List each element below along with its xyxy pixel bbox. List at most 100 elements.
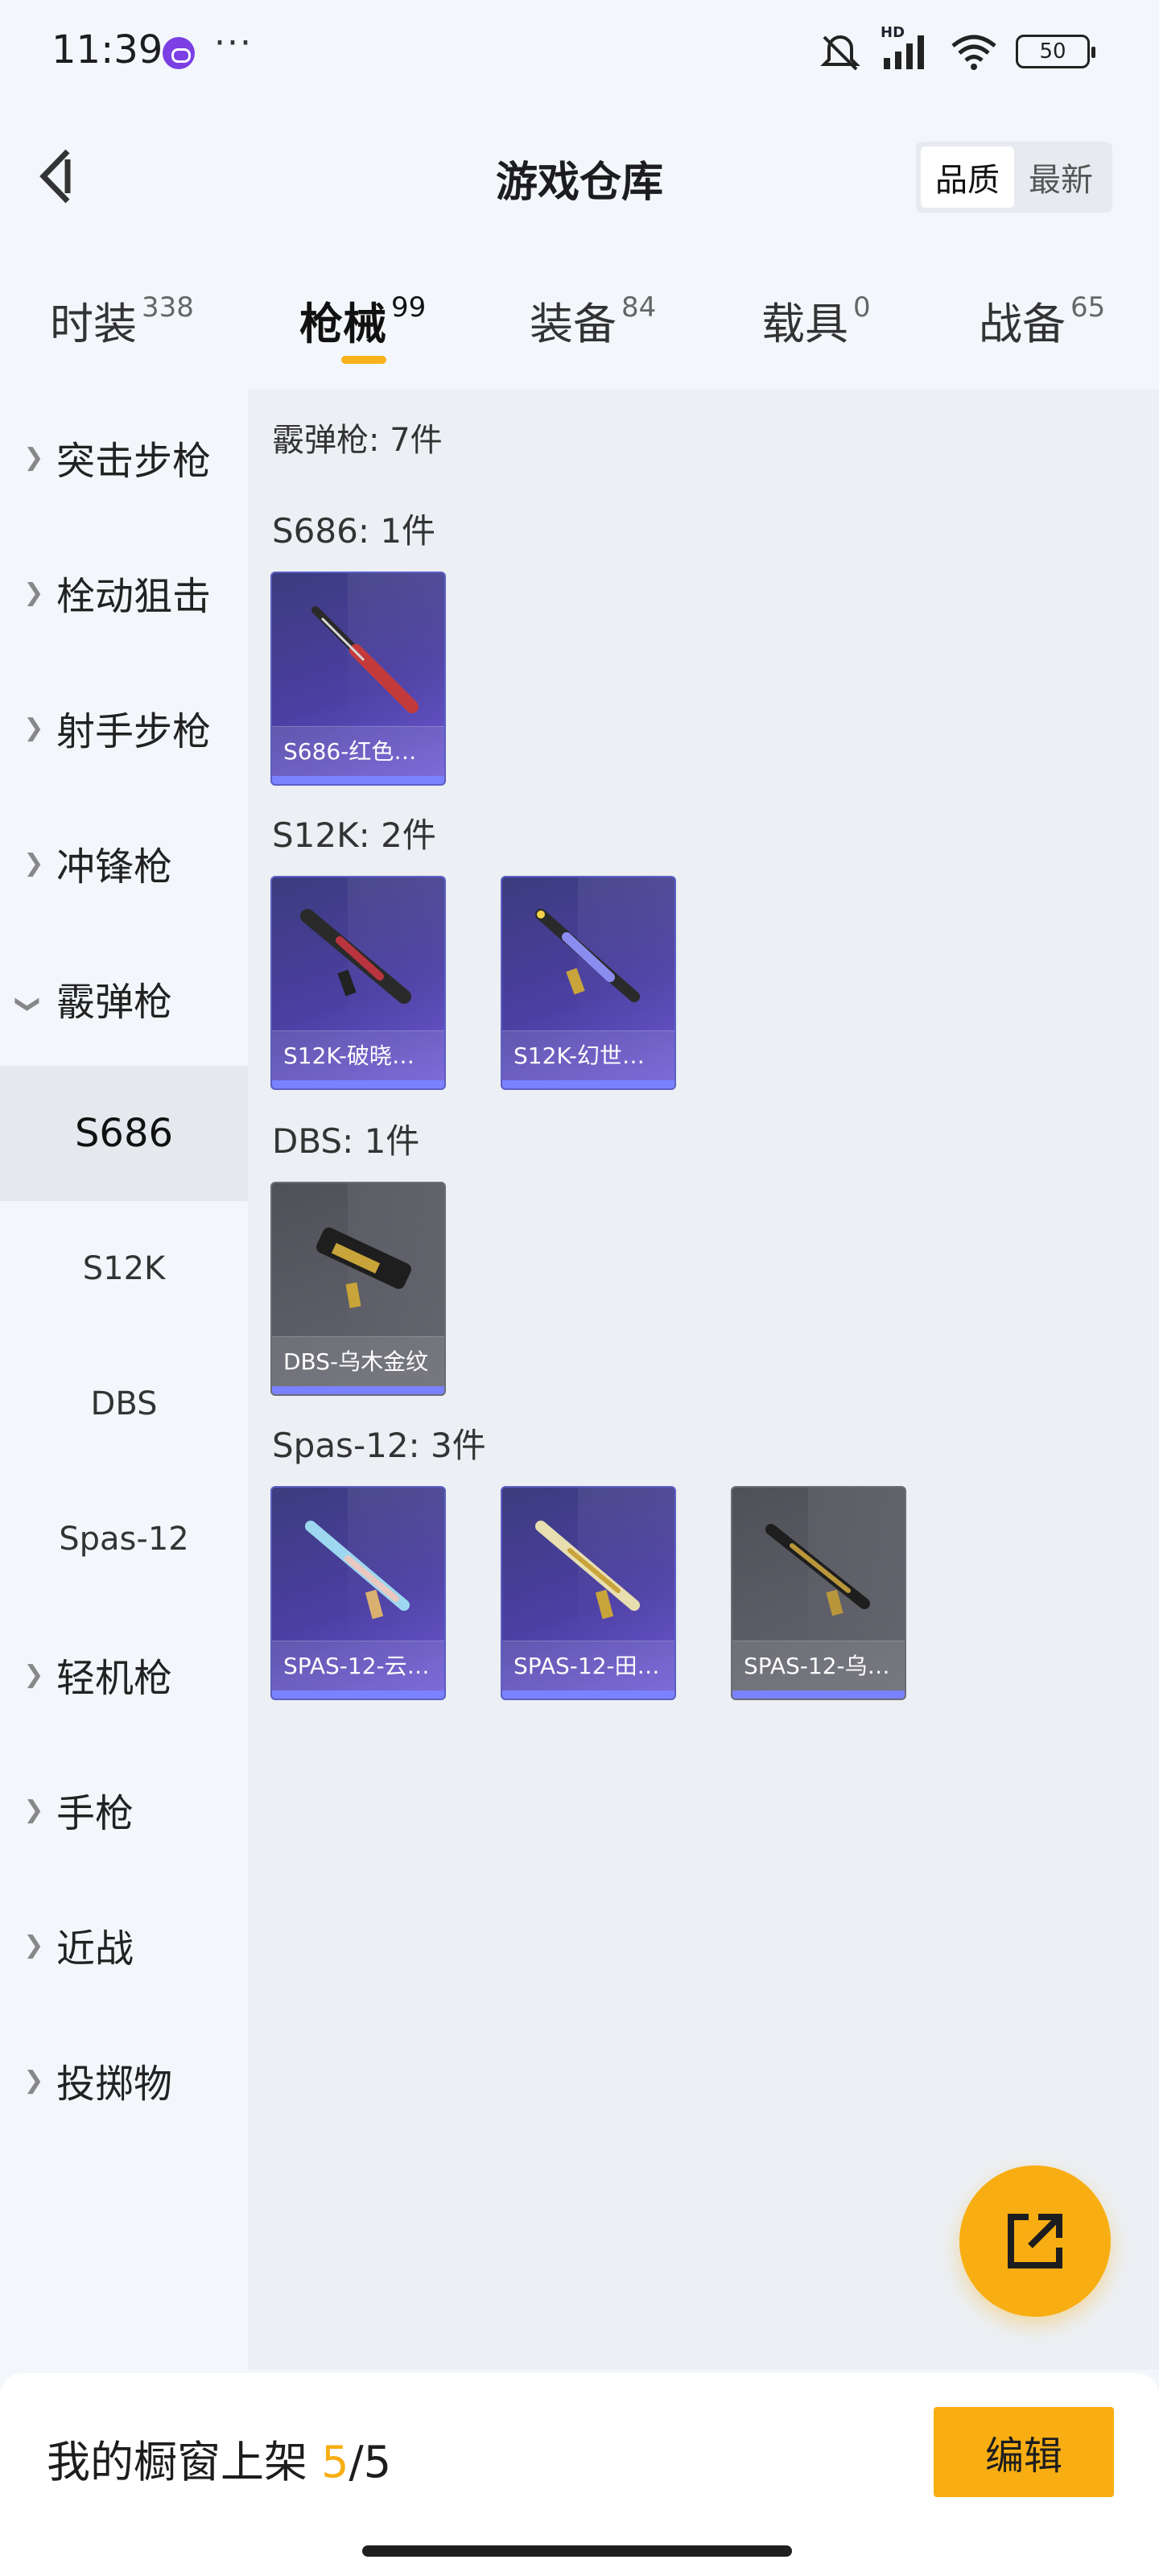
rarity-bar <box>732 1690 905 1699</box>
rarity-bar <box>502 1690 674 1699</box>
mute-icon <box>820 35 860 71</box>
item-grid-panel: 霰弹枪: 7件 S686: 1件 S686-红色… S12K: 2件 S12K-… <box>248 390 1159 2370</box>
rarity-bar <box>502 1080 674 1088</box>
external-link-icon <box>1008 2214 1062 2268</box>
tab-vehicles[interactable]: 载具 0 <box>761 288 871 352</box>
category-total: 霰弹枪: 7件 <box>272 422 443 459</box>
sidebar-sub-s12k[interactable]: S12K <box>0 1201 248 1336</box>
sidebar-item-label: 轻机枪 <box>56 1656 173 1701</box>
chevron-down-icon: ❯ <box>14 993 43 1014</box>
showcase-count: 5 <box>321 2437 349 2487</box>
sidebar-sub-spas12[interactable]: Spas-12 <box>0 1472 248 1607</box>
sidebar-item-throwables[interactable]: ❯ 投掷物 <box>0 2013 248 2148</box>
signal-icon: HD <box>881 24 932 72</box>
sidebar-sub-dbs[interactable]: DBS <box>0 1336 248 1472</box>
group-title: S12K: 2件 <box>272 815 436 855</box>
sidebar-item-label: 手枪 <box>56 1791 134 1836</box>
chevron-right-icon: ❯ <box>23 848 44 877</box>
item-card-label: SPAS-12-田… <box>502 1641 674 1690</box>
tab-fashion[interactable]: 时装 338 <box>50 288 194 352</box>
chevron-right-icon: ❯ <box>23 1795 44 1824</box>
sidebar-item-assault-rifle[interactable]: ❯ 突击步枪 <box>0 390 248 525</box>
item-card[interactable]: SPAS-12-乌… <box>731 1486 906 1700</box>
item-card[interactable]: S686-红色… <box>270 572 446 786</box>
battery-icon: 50 <box>1016 35 1095 68</box>
tab-equipment[interactable]: 装备 84 <box>530 288 656 352</box>
edit-button[interactable]: 编辑 <box>934 2407 1114 2497</box>
item-card[interactable]: DBS-乌木金纹 <box>270 1182 446 1396</box>
tab-count: 338 <box>142 291 194 324</box>
sidebar-item-label: 射手步枪 <box>56 709 212 754</box>
sidebar-sub-s686[interactable]: S686 <box>0 1066 248 1201</box>
rarity-bar <box>272 1080 444 1088</box>
tab-count: 84 <box>621 291 657 324</box>
shotgun-skin-icon <box>316 1227 411 1308</box>
sidebar-item-label: 栓动狙击 <box>56 574 212 619</box>
rarity-bar <box>272 1386 444 1394</box>
sort-toggle: 品质 最新 <box>916 142 1112 213</box>
showcase-label: 我的橱窗上架 <box>47 2437 307 2487</box>
tab-count: 65 <box>1070 291 1106 324</box>
sidebar-item-pistol[interactable]: ❯ 手枪 <box>0 1742 248 1877</box>
group-title: S686: 1件 <box>272 511 436 551</box>
item-card[interactable]: S12K-幻世战… <box>501 876 676 1090</box>
tab-combat-supplies[interactable]: 战备 65 <box>979 288 1105 352</box>
shotgun-skin-icon <box>305 1521 410 1620</box>
sort-quality-button[interactable]: 品质 <box>921 147 1014 208</box>
bottom-bar: 我的橱窗上架 5/5 编辑 <box>0 2373 1159 2576</box>
item-card[interactable]: SPAS-12-田… <box>501 1486 676 1700</box>
sidebar-item-melee[interactable]: ❯ 近战 <box>0 1877 248 2013</box>
item-card[interactable]: SPAS-12-云… <box>270 1486 446 1700</box>
shotgun-skin-icon <box>311 606 419 713</box>
sort-newest-button[interactable]: 最新 <box>1014 147 1107 208</box>
sidebar-item-lmg[interactable]: ❯ 轻机枪 <box>0 1607 248 1742</box>
chevron-right-icon: ❯ <box>23 578 44 607</box>
sidebar-item-marksman-rifle[interactable]: ❯ 射手步枪 <box>0 660 248 795</box>
item-card[interactable]: S12K-破晓战魂 <box>270 876 446 1090</box>
tab-count: 0 <box>853 291 871 324</box>
chevron-right-icon: ❯ <box>23 1930 44 1959</box>
share-button[interactable] <box>959 2165 1111 2317</box>
active-tab-indicator <box>341 356 386 364</box>
chevron-right-icon: ❯ <box>23 713 44 742</box>
sidebar-item-bolt-sniper[interactable]: ❯ 栓动狙击 <box>0 525 248 660</box>
tab-label: 载具 <box>761 299 848 349</box>
tab-label: 时装 <box>50 299 137 349</box>
shotgun-skin-icon <box>765 1524 870 1616</box>
item-card-label: S12K-幻世战… <box>502 1030 674 1080</box>
header: 游戏仓库 品质 最新 <box>0 129 1159 225</box>
tab-label: 战备 <box>979 299 1066 349</box>
sidebar-item-smg[interactable]: ❯ 冲锋枪 <box>0 795 248 931</box>
group-title: Spas-12: 3件 <box>272 1426 486 1465</box>
tab-label: 装备 <box>530 299 617 349</box>
showcase-separator: / <box>349 2437 364 2487</box>
tab-count: 99 <box>391 291 427 324</box>
item-card-label: S12K-破晓战魂 <box>272 1030 444 1080</box>
sidebar: ❯ 突击步枪 ❯ 栓动狙击 ❯ 射手步枪 ❯ 冲锋枪 ❯ 霰弹枪 S686 S12K DB… <box>0 390 248 2370</box>
status-time: 11:39 <box>52 27 163 72</box>
item-card-label: SPAS-12-乌… <box>732 1641 905 1690</box>
shotgun-skin-icon <box>535 909 640 1002</box>
sidebar-item-label: 冲锋枪 <box>56 844 173 890</box>
rarity-bar <box>272 1690 444 1699</box>
item-card-label: S686-红色… <box>272 726 444 776</box>
showcase-status: 我的橱窗上架 5/5 <box>47 2426 391 2490</box>
item-card-label: SPAS-12-云… <box>272 1641 444 1690</box>
tab-label: 枪械 <box>299 299 386 349</box>
item-card-label: DBS-乌木金纹 <box>272 1336 444 1386</box>
sidebar-item-label: 突击步枪 <box>56 439 212 484</box>
sidebar-item-label: 霰弹枪 <box>56 980 173 1025</box>
sidebar-item-shotgun[interactable]: ❯ 霰弹枪 <box>0 931 248 1066</box>
chevron-right-icon: ❯ <box>23 443 44 472</box>
more-dots-icon: ··· <box>214 23 253 64</box>
tab-firearms[interactable]: 枪械 99 <box>299 288 426 352</box>
chevron-right-icon: ❯ <box>23 1660 44 1689</box>
status-bar: 11:39 ··· HD 50 <box>0 0 1159 97</box>
shotgun-skin-icon <box>300 909 411 1004</box>
infinity-app-icon <box>163 37 195 69</box>
sidebar-item-label: 投掷物 <box>56 2062 173 2107</box>
group-title: DBS: 1件 <box>272 1121 420 1161</box>
rarity-bar <box>272 776 444 784</box>
category-tabs: 时装 338 枪械 99 装备 84 载具 0 战备 65 <box>0 274 1159 378</box>
sidebar-item-label: 近战 <box>56 1926 134 1971</box>
